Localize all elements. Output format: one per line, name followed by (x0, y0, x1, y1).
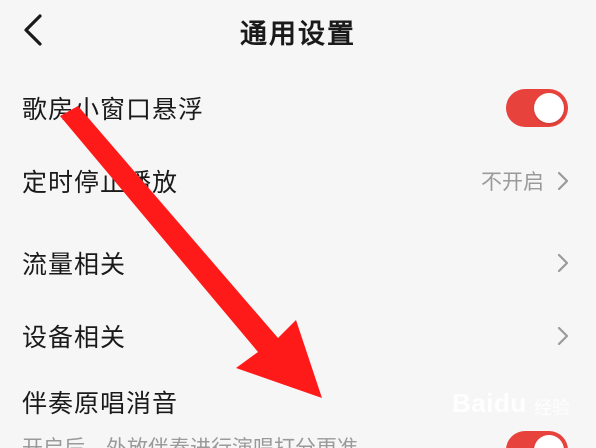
chevron-right-icon (554, 169, 572, 193)
chevron-right-icon (554, 324, 572, 348)
watermark-logo-text: Baidu (452, 388, 527, 418)
setting-value: 不开启 (481, 170, 544, 194)
page-title: 通用设置 (240, 19, 356, 50)
setting-row-device[interactable]: 设备相关 (0, 306, 596, 366)
setting-label: 歌房小窗口悬浮 (22, 95, 205, 124)
chevron-right-icon (554, 251, 572, 275)
setting-label: 设备相关 (22, 323, 127, 352)
watermark-subtext: 经验 (534, 398, 570, 419)
baidu-watermark: Baidu 经验 (452, 376, 592, 440)
setting-row-data-usage[interactable]: 流量相关 (0, 233, 596, 293)
setting-label: 定时停止播放 (22, 168, 179, 197)
setting-label: 流量相关 (22, 250, 127, 279)
toggle-knob (534, 93, 564, 123)
setting-description: 开启后，外放伴奏进行演唱打分更准 (22, 436, 358, 448)
setting-label: 伴奏原唱消音 (22, 389, 179, 418)
header-bar: 通用设置 (0, 0, 596, 62)
floating-window-toggle[interactable] (506, 89, 568, 127)
setting-row-floating-window[interactable]: 歌房小窗口悬浮 (0, 78, 596, 138)
setting-row-timer-stop[interactable]: 定时停止播放 不开启 (0, 151, 596, 211)
